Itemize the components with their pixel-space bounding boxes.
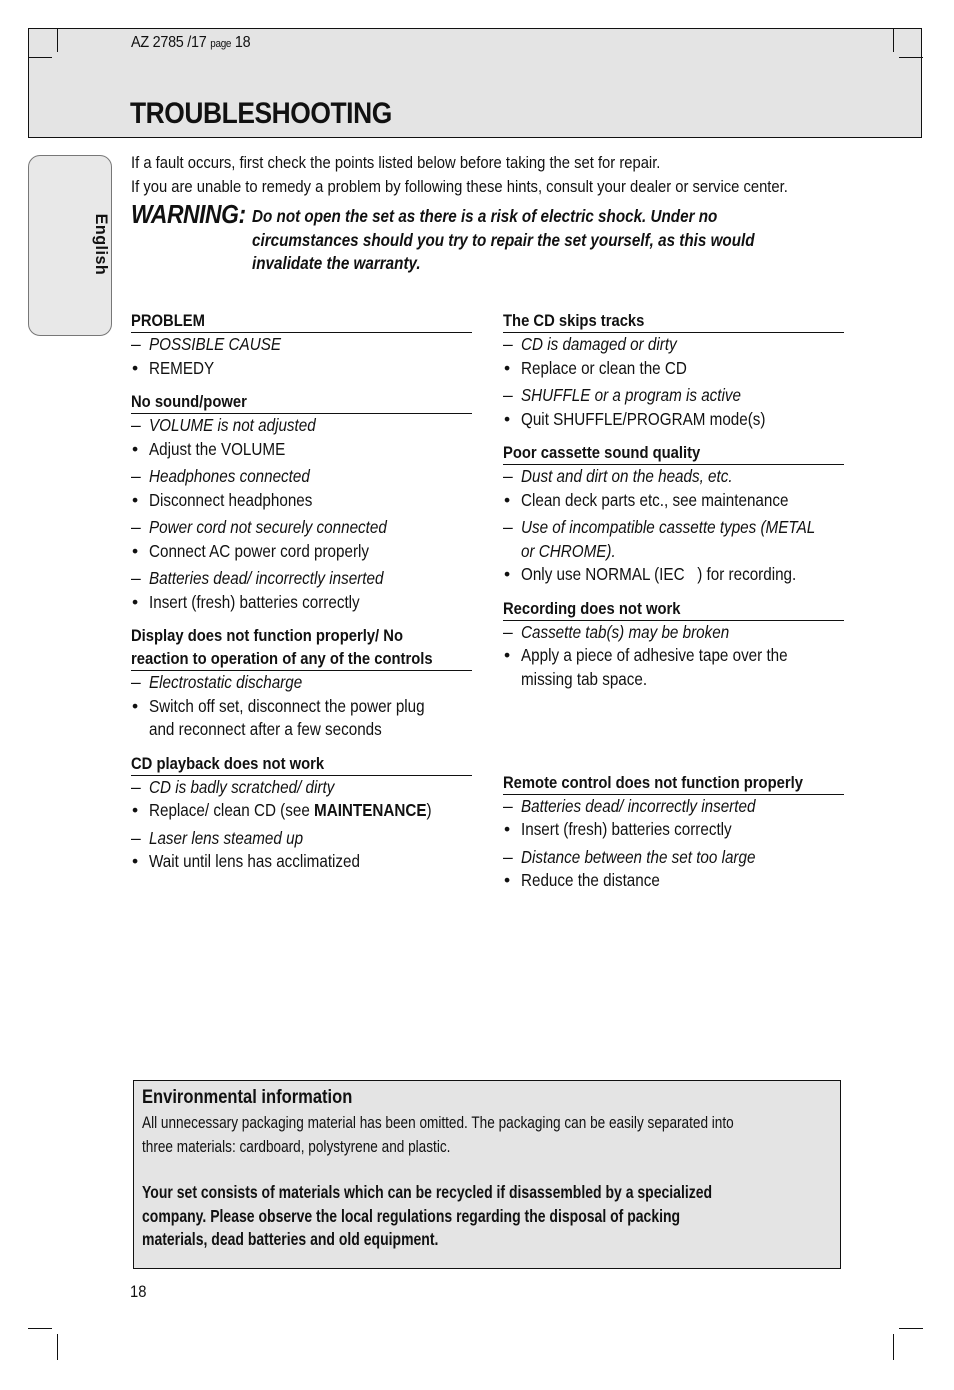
remedy: Wait until lens has acclimatized <box>131 850 472 874</box>
cause-remedy-pair: Headphones connected Disconnect headphon… <box>131 465 472 512</box>
cause-remedy-pair: VOLUME is not adjusted Adjust the VOLUME <box>131 414 472 461</box>
section-heading: CD playback does not work <box>131 752 472 776</box>
section-heading: Remote control does not function properl… <box>503 771 844 795</box>
cause-remedy-pair: CD is damaged or dirty Replace or clean … <box>503 333 844 380</box>
cause-remedy-pair: SHUFFLE or a program is active Quit SHUF… <box>503 384 844 431</box>
section-no-sound-power: No sound/power VOLUME is not adjusted Ad… <box>131 390 472 614</box>
possible-cause: Headphones connected <box>131 465 472 489</box>
warning-line: Do not open the set as there is a risk o… <box>252 206 718 226</box>
warning-label: WARNING: <box>131 199 246 229</box>
possible-cause: Batteries dead/ incorrectly inserted <box>131 567 472 591</box>
possible-cause: Electrostatic discharge <box>131 671 472 695</box>
intro-line: If you are unable to remedy a problem by… <box>131 177 788 196</box>
remedy: Quit SHUFFLE/PROGRAM mode(s) <box>503 408 844 432</box>
warning-line: circumstances should you try to repair t… <box>252 229 755 250</box>
crop-mark <box>57 1334 58 1360</box>
remedy: Only use NORMAL (IEC ) for recording. <box>503 563 844 587</box>
cause-remedy-pair: Dust and dirt on the heads, etc. Clean d… <box>503 465 844 512</box>
crop-mark <box>899 57 923 58</box>
remedy: Insert (fresh) batteries correctly <box>131 591 472 615</box>
possible-cause: Cassette tab(s) may be broken <box>503 621 844 645</box>
remedy: Adjust the VOLUME <box>131 438 472 462</box>
possible-cause: VOLUME is not adjusted <box>131 414 472 438</box>
environmental-info-body: All unnecessary packaging material has b… <box>142 1113 734 1156</box>
crop-mark <box>28 1328 52 1329</box>
page-number: 18 <box>130 1282 147 1301</box>
maintenance-reference: MAINTENANCE <box>314 800 427 820</box>
warning-line: invalidate the warranty. <box>252 253 421 274</box>
section-heading: PROBLEM <box>131 309 472 333</box>
remedy: Connect AC power cord properly <box>131 540 472 564</box>
language-label: English <box>92 213 111 276</box>
possible-cause: Use of incompatible cassette types (META… <box>503 516 844 563</box>
warning-text: Do not open the set as there is a risk o… <box>252 205 830 276</box>
remedy: REMEDY <box>131 357 472 381</box>
remedy: Switch off set, disconnect the power plu… <box>131 695 472 742</box>
possible-cause: SHUFFLE or a program is active <box>503 384 844 408</box>
section-recording: Recording does not work Cassette tab(s) … <box>503 597 844 761</box>
page-title: TROUBLESHOOTING <box>130 97 392 130</box>
remedy: Reduce the distance <box>503 869 844 893</box>
remedy: Insert (fresh) batteries correctly <box>503 818 844 842</box>
legend-section: PROBLEM POSSIBLE CAUSE REMEDY <box>131 309 472 380</box>
section-cd-skips: The CD skips tracks CD is damaged or dir… <box>503 309 844 431</box>
intro-line: If a fault occurs, first check the point… <box>131 153 661 172</box>
remedy: Apply a piece of adhesive tape over the … <box>503 644 844 691</box>
cause-remedy-pair: Use of incompatible cassette types (META… <box>503 516 844 587</box>
cause-remedy-pair: Power cord not securely connected Connec… <box>131 516 472 563</box>
intro-text: If a fault occurs, first check the point… <box>131 151 886 199</box>
section-heading: Display does not function properly/ No r… <box>131 624 472 671</box>
environmental-info-recycling: Your set consists of materials which can… <box>142 1182 713 1249</box>
remedy: Clean deck parts etc., see maintenance <box>503 489 844 513</box>
possible-cause: CD is damaged or dirty <box>503 333 844 357</box>
remedy: Disconnect headphones <box>131 489 472 513</box>
section-cd-playback: CD playback does not work CD is badly sc… <box>131 752 472 874</box>
troubleshooting-left-column: PROBLEM POSSIBLE CAUSE REMEDY No sound/p… <box>131 309 472 884</box>
crop-mark <box>28 57 52 58</box>
possible-cause: Laser lens steamed up <box>131 827 472 851</box>
cause-remedy-pair: Batteries dead/ incorrectly inserted Ins… <box>131 567 472 614</box>
page-ref: 18 <box>234 34 251 51</box>
crop-mark <box>893 1334 894 1360</box>
crop-mark <box>57 28 58 52</box>
environmental-info-box: Environmental information All unnecessar… <box>133 1080 841 1269</box>
troubleshooting-right-column: The CD skips tracks CD is damaged or dir… <box>503 309 844 903</box>
cause-remedy-pair: Batteries dead/ incorrectly inserted Ins… <box>503 795 844 842</box>
doc-model: AZ 2785 /17 <box>131 34 207 51</box>
language-tab: English <box>28 155 112 336</box>
section-heading: Recording does not work <box>503 597 844 621</box>
crop-mark <box>893 28 894 52</box>
possible-cause: POSSIBLE CAUSE <box>131 333 472 357</box>
possible-cause: CD is badly scratched/ dirty <box>131 776 472 800</box>
cause-remedy-pair: CD is badly scratched/ dirty Replace/ cl… <box>131 776 472 823</box>
remedy: Replace or clean the CD <box>503 357 844 381</box>
environmental-info-title: Environmental information <box>142 1087 353 1108</box>
possible-cause: Power cord not securely connected <box>131 516 472 540</box>
section-heading: The CD skips tracks <box>503 309 844 333</box>
section-heading: Poor cassette sound quality <box>503 441 844 465</box>
document-reference: AZ 2785 /17 page 18 <box>131 34 251 52</box>
possible-cause: Batteries dead/ incorrectly inserted <box>503 795 844 819</box>
remedy: Replace/ clean CD (see MAINTENANCE) <box>131 799 472 823</box>
section-remote-control: Remote control does not function properl… <box>503 771 844 893</box>
section-heading: No sound/power <box>131 390 472 414</box>
possible-cause: Distance between the set too large <box>503 846 844 870</box>
section-display-no-function: Display does not function properly/ No r… <box>131 624 472 742</box>
cause-remedy-pair: Laser lens steamed up Wait until lens ha… <box>131 827 472 874</box>
cause-remedy-pair: Cassette tab(s) may be broken Apply a pi… <box>503 621 844 692</box>
possible-cause: Dust and dirt on the heads, etc. <box>503 465 844 489</box>
cause-remedy-pair: Electrostatic discharge Switch off set, … <box>131 671 472 742</box>
page-label: page <box>210 38 232 50</box>
crop-mark <box>899 1328 923 1329</box>
section-cassette-sound: Poor cassette sound quality Dust and dir… <box>503 441 844 587</box>
cause-remedy-pair: Distance between the set too large Reduc… <box>503 846 844 893</box>
